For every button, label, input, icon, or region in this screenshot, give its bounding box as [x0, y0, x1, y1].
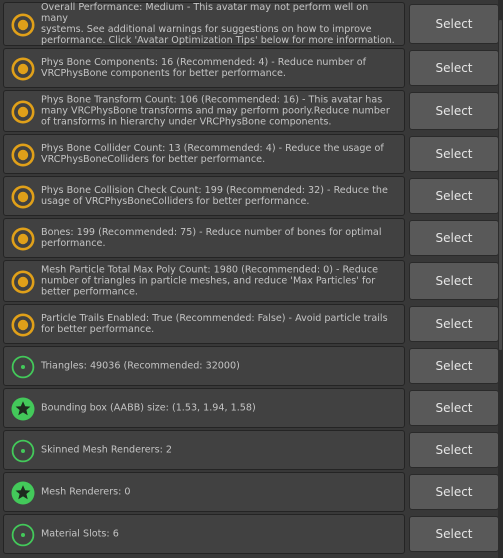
- select-button[interactable]: Select: [409, 220, 499, 256]
- help-box: Triangles: 49036 (Recommended: 32000): [3, 346, 405, 386]
- stat-row: Mesh Particle Total Max Poly Count: 1980…: [3, 260, 499, 302]
- stat-row: Phys Bone Collision Check Count: 199 (Re…: [3, 176, 499, 216]
- good-icon: [11, 523, 35, 547]
- stat-row: Mesh Renderers: 0 Select: [3, 472, 499, 512]
- excellent-star-icon: [11, 481, 35, 505]
- stat-message: Overall Performance: Medium - This avata…: [41, 2, 395, 46]
- select-button[interactable]: Select: [409, 474, 499, 510]
- stat-row: Overall Performance: Medium - This avata…: [3, 2, 499, 46]
- stat-row: Triangles: 49036 (Recommended: 32000) Sel…: [3, 346, 499, 386]
- good-icon: [11, 355, 35, 379]
- help-box: Overall Performance: Medium - This avata…: [3, 2, 405, 46]
- select-button[interactable]: Select: [409, 50, 499, 86]
- help-box: Mesh Renderers: 0: [3, 472, 405, 512]
- stat-row: Particle Trails Enabled: True (Recommend…: [3, 304, 499, 344]
- scrollbar-thumb[interactable]: [499, 20, 502, 350]
- select-button[interactable]: Select: [409, 92, 499, 130]
- stat-message: Phys Bone Collider Count: 13 (Recommende…: [41, 143, 384, 165]
- help-box: Phys Bone Collider Count: 13 (Recommende…: [3, 134, 405, 174]
- stat-message: Skinned Mesh Renderers: 2: [41, 444, 172, 456]
- stat-message: Bounding box (AABB) size: (1.53, 1.94, 1…: [41, 402, 256, 414]
- help-box: Phys Bone Transform Count: 106 (Recommen…: [3, 90, 405, 132]
- help-box: Skinned Mesh Renderers: 2: [3, 430, 405, 470]
- select-button[interactable]: Select: [409, 432, 499, 468]
- stat-row: Bounding box (AABB) size: (1.53, 1.94, 1…: [3, 388, 499, 428]
- stat-message: Phys Bone Collision Check Count: 199 (Re…: [41, 185, 388, 207]
- select-button[interactable]: Select: [409, 348, 499, 384]
- stat-row: Bones: 199 (Recommended: 75) - Reduce nu…: [3, 218, 499, 258]
- stat-message: Mesh Particle Total Max Poly Count: 1980…: [41, 264, 379, 298]
- select-button[interactable]: Select: [409, 390, 499, 426]
- stat-message: Phys Bone Transform Count: 106 (Recommen…: [41, 94, 390, 128]
- help-box: Mesh Particle Total Max Poly Count: 1980…: [3, 260, 405, 302]
- select-button[interactable]: Select: [409, 262, 499, 300]
- excellent-star-icon: [11, 397, 35, 421]
- stat-message: Particle Trails Enabled: True (Recommend…: [41, 313, 388, 335]
- warning-icon: [11, 227, 35, 251]
- select-button[interactable]: Select: [409, 178, 499, 214]
- warning-icon: [11, 185, 35, 209]
- select-button[interactable]: Select: [409, 516, 499, 552]
- warning-icon: [11, 313, 35, 337]
- warning-icon: [11, 100, 35, 124]
- help-box: Bounding box (AABB) size: (1.53, 1.94, 1…: [3, 388, 405, 428]
- stat-row: Phys Bone Transform Count: 106 (Recommen…: [3, 90, 499, 132]
- warning-icon: [11, 143, 35, 167]
- good-icon: [11, 439, 35, 463]
- help-box: Bones: 199 (Recommended: 75) - Reduce nu…: [3, 218, 405, 258]
- help-box: Phys Bone Components: 16 (Recommended: 4…: [3, 48, 405, 88]
- performance-stats-panel: Overall Performance: Medium - This avata…: [0, 0, 503, 558]
- select-button[interactable]: Select: [409, 306, 499, 342]
- warning-icon: [11, 13, 35, 37]
- stat-message: Phys Bone Components: 16 (Recommended: 4…: [41, 57, 367, 79]
- stat-row: Skinned Mesh Renderers: 2 Select: [3, 430, 499, 470]
- stat-message: Material Slots: 6: [41, 528, 119, 540]
- help-box: Phys Bone Collision Check Count: 199 (Re…: [3, 176, 405, 216]
- select-button[interactable]: Select: [409, 4, 499, 44]
- warning-icon: [11, 270, 35, 294]
- stat-row: Phys Bone Components: 16 (Recommended: 4…: [3, 48, 499, 88]
- stat-row: Material Slots: 6 Select: [3, 514, 499, 554]
- stat-message: Mesh Renderers: 0: [41, 486, 131, 498]
- stat-message: Bones: 199 (Recommended: 75) - Reduce nu…: [41, 227, 382, 249]
- stat-row: Phys Bone Collider Count: 13 (Recommende…: [3, 134, 499, 174]
- select-button[interactable]: Select: [409, 136, 499, 172]
- help-box: Particle Trails Enabled: True (Recommend…: [3, 304, 405, 344]
- warning-icon: [11, 57, 35, 81]
- stat-message: Triangles: 49036 (Recommended: 32000): [41, 360, 240, 372]
- help-box: Material Slots: 6: [3, 514, 405, 554]
